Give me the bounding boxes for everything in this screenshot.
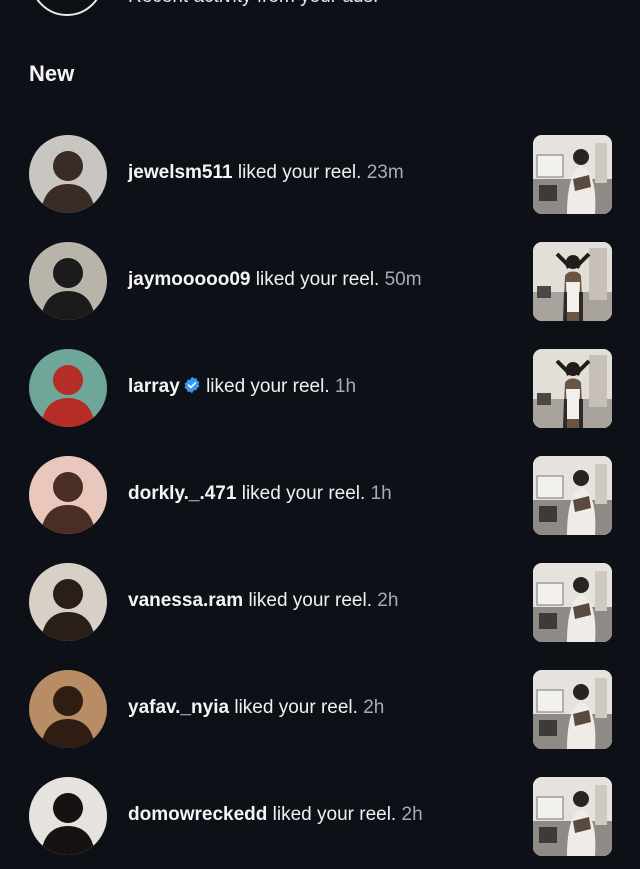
- reel-thumbnail[interactable]: [533, 242, 612, 321]
- notification-row[interactable]: yafav._nyia liked your reel. 2h: [0, 655, 640, 762]
- username-link[interactable]: larray: [128, 376, 180, 397]
- avatar[interactable]: [29, 563, 107, 641]
- notification-time: 2h: [377, 590, 399, 611]
- reel-thumbnail[interactable]: [533, 135, 612, 214]
- notification-text: yafav._nyia liked your reel. 2h: [128, 697, 384, 719]
- notification-action: liked your reel.: [234, 697, 358, 718]
- notification-action: liked your reel.: [206, 376, 330, 397]
- notification-text: jewelsm511 liked your reel. 23m: [128, 162, 404, 184]
- username-link[interactable]: dorkly._.471: [128, 483, 236, 504]
- notification-row[interactable]: larray liked your reel. 1h: [0, 334, 640, 441]
- notification-text: vanessa.ram liked your reel. 2h: [128, 590, 398, 612]
- username-link[interactable]: jaymooooo09: [128, 269, 250, 290]
- reel-thumbnail[interactable]: [533, 563, 612, 642]
- notification-time: 50m: [384, 269, 422, 290]
- reel-thumbnail[interactable]: [533, 670, 612, 749]
- username-link[interactable]: domowreckedd: [128, 804, 267, 825]
- previous-section: Recent activity from your ads.: [0, 0, 640, 30]
- avatar[interactable]: [29, 777, 107, 855]
- notification-text: dorkly._.471 liked your reel. 1h: [128, 483, 392, 505]
- notification-row[interactable]: jaymooooo09 liked your reel. 50m: [0, 227, 640, 334]
- notification-time: 2h: [363, 697, 385, 718]
- notification-row[interactable]: dorkly._.471 liked your reel. 1h: [0, 441, 640, 548]
- notification-list: jewelsm511 liked your reel. 23m jaymoooo…: [0, 120, 640, 869]
- username-link[interactable]: yafav._nyia: [128, 697, 229, 718]
- notification-text: jaymooooo09 liked your reel. 50m: [128, 269, 422, 291]
- ads-activity-icon[interactable]: [30, 0, 104, 16]
- notification-row[interactable]: vanessa.ram liked your reel. 2h: [0, 548, 640, 655]
- reel-thumbnail[interactable]: [533, 777, 612, 856]
- notification-action: liked your reel.: [272, 804, 397, 825]
- section-title-new: New: [29, 61, 75, 86]
- avatar[interactable]: [29, 242, 107, 320]
- avatar[interactable]: [29, 670, 107, 748]
- notification-action: liked your reel.: [241, 483, 366, 504]
- notification-text: larray liked your reel. 1h: [128, 376, 356, 398]
- notification-time: 1h: [370, 483, 392, 504]
- ads-activity-text[interactable]: Recent activity from your ads.: [128, 0, 378, 8]
- reel-thumbnail[interactable]: [533, 349, 612, 428]
- notification-action: liked your reel.: [237, 162, 362, 183]
- notification-action: liked your reel.: [248, 590, 372, 611]
- notification-time: 1h: [334, 376, 357, 397]
- avatar[interactable]: [29, 135, 107, 213]
- notification-time: 23m: [366, 162, 404, 183]
- notification-time: 2h: [401, 804, 423, 825]
- avatar[interactable]: [29, 456, 107, 534]
- username-link[interactable]: vanessa.ram: [128, 590, 243, 611]
- reel-thumbnail[interactable]: [533, 456, 612, 535]
- verified-badge-icon: [184, 376, 200, 394]
- username-link[interactable]: jewelsm511: [128, 162, 233, 183]
- avatar[interactable]: [29, 349, 107, 427]
- notification-row[interactable]: jewelsm511 liked your reel. 23m: [0, 120, 640, 227]
- notification-text: domowreckedd liked your reel. 2h: [128, 804, 423, 826]
- notification-action: liked your reel.: [255, 269, 380, 290]
